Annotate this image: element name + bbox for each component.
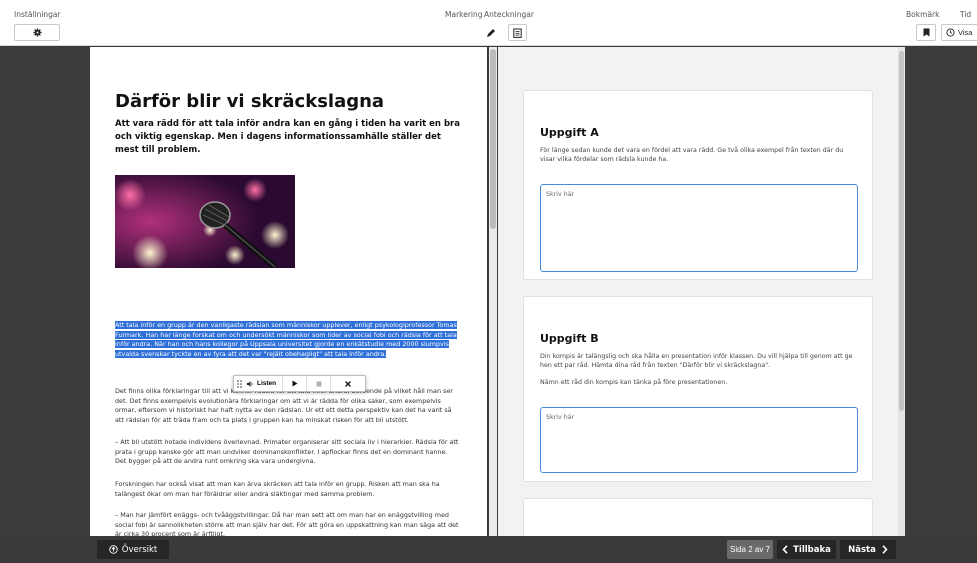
drag-handle-icon[interactable] [234,379,245,388]
article-pane: Därför blir vi skräckslagna Att vara räd… [90,47,487,536]
article-paragraph-highlighted[interactable]: Att tala inför en grupp är den vanligast… [115,321,460,359]
listen-button[interactable]: Listen [245,376,284,391]
bottom-navigation: Översikt Tillbaka Nästa [0,536,977,563]
bookmark-button[interactable] [916,24,936,41]
pencil-icon [486,28,495,37]
stop-button[interactable] [307,376,332,391]
highlight-button[interactable] [480,24,501,41]
listen-toolbar: Listen [233,375,366,392]
listen-label: Listen [257,380,277,387]
task-a-title: Uppgift A [540,126,599,139]
time-button[interactable]: Visa [941,24,977,41]
task-card-c [523,498,873,536]
scrollbar-thumb[interactable] [490,49,496,229]
overview-label: Översikt [121,544,158,555]
tasks-scrollbar[interactable] [898,47,905,536]
next-label: Nästa [848,544,876,555]
notes-icon [513,28,522,38]
article-scrollbar[interactable] [489,47,497,536]
scrollbar-thumb[interactable] [899,51,904,411]
tasks-pane: Uppgift A För länge sedan kunde det vara… [498,47,905,536]
arrow-up-circle-icon [109,545,118,554]
task-card-a: Uppgift A För länge sedan kunde det vara… [523,90,873,280]
back-label: Tillbaka [793,544,831,555]
close-icon [345,380,352,387]
task-card-b: Uppgift B Din kompis är talängslig och s… [523,296,873,482]
task-a-text: För länge sedan kunde det vara en fördel… [540,147,844,163]
anteckningar-label: Anteckningar [484,10,534,19]
article-title: Därför blir vi skräckslagna [115,91,385,112]
gear-icon [32,28,42,37]
next-button[interactable]: Nästa [840,540,896,559]
left-margin [0,47,90,536]
play-icon [292,380,298,387]
task-b-answer-field[interactable]: Skriv här [540,407,858,473]
close-button[interactable] [331,376,365,391]
highlighted-text: Att tala inför en grupp är den vanligast… [115,321,457,358]
chevron-right-icon [882,545,888,554]
markering-label: Markering [445,10,483,19]
clock-icon [946,28,955,37]
article-paragraph: – Man har jämfört enäggs- och tvåäggstvi… [115,511,459,536]
settings-label: Inställningar [14,10,61,19]
microphone-image [115,175,295,268]
time-button-label: Visa [958,28,973,37]
right-margin [905,47,977,536]
speaker-icon [247,380,253,387]
page-indicator: Sida 2 av 7 [727,540,773,559]
bookmark-icon [923,28,929,37]
back-button[interactable]: Tillbaka [777,540,836,559]
notes-button[interactable] [508,24,527,41]
overview-button[interactable]: Översikt [97,540,169,559]
stop-icon [316,381,322,386]
task-b-text: Din kompis är talängslig och ska hålla e… [540,353,853,369]
play-button[interactable] [283,376,308,391]
task-b-title: Uppgift B [540,332,599,345]
article-paragraph: Forskningen har också visat att man kan … [115,480,440,498]
chevron-left-icon [782,545,788,554]
tid-label: Tid [960,10,972,19]
task-b-text2: Nämn ett råd din kompis kan tänka på för… [540,379,728,386]
settings-button[interactable] [14,24,60,41]
article-paragraph: – Att bli utstött hotade individens över… [115,438,459,466]
article-paragraph: Det finns olika förklaringar till att vi… [115,387,453,424]
article-lead: Att vara rädd för att tala inför andra k… [115,119,460,155]
task-a-answer-field[interactable]: Skriv här [540,184,858,272]
bokmark-label: Bokmärk [906,10,940,19]
top-toolbar: Inställningar Markering Anteckningar Bok… [0,0,977,46]
